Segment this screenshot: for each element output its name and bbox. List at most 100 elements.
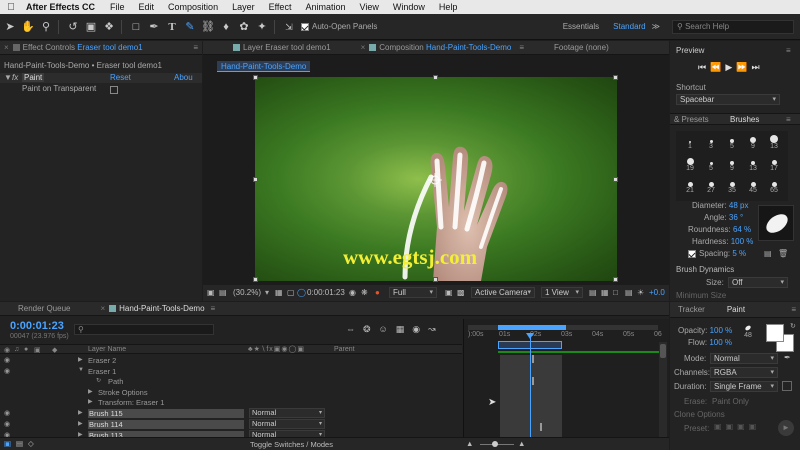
parent-column[interactable]: Parent — [334, 346, 355, 353]
pen-tool-icon[interactable]: ✒ — [146, 19, 162, 35]
views-dropdown[interactable]: 1 View — [541, 287, 583, 298]
visibility-eye-icon[interactable]: ◉ — [4, 356, 10, 364]
fx-icon[interactable]: fx — [12, 73, 18, 82]
toggle-pixel-aspect-icon[interactable]: ▤ — [589, 288, 597, 297]
brush-tip[interactable]: 3 — [701, 135, 721, 155]
layer-name[interactable]: Brush 114 — [88, 419, 244, 429]
snapshot-icon[interactable]: ◉ — [349, 288, 356, 297]
brush-tip[interactable]: 35 — [722, 179, 742, 199]
selection-tool-icon[interactable]: ➤ — [2, 19, 18, 35]
exposure-value[interactable]: +0.0 — [649, 288, 665, 297]
search-help-input[interactable]: ⚲ Search Help — [672, 19, 794, 34]
chevron-down-icon[interactable]: ▾ — [265, 288, 269, 297]
brush-tip[interactable]: 13 — [743, 157, 763, 177]
channels-dropdown[interactable]: RGBA — [710, 367, 778, 378]
transparency-grid-icon[interactable]: ▩ — [457, 288, 465, 297]
tab-effects-presets[interactable]: & Presets — [674, 115, 709, 124]
layer-handle[interactable] — [253, 75, 258, 80]
duration-frames-field[interactable] — [782, 381, 792, 391]
spacing-value[interactable]: 5 % — [732, 249, 746, 258]
clone-preset-2-icon[interactable]: ▣ — [726, 422, 738, 431]
close-icon[interactable]: × — [4, 43, 9, 52]
expand-triangle-icon[interactable]: ▶ — [78, 409, 83, 416]
puppet-tool-icon[interactable]: ✦ — [254, 19, 270, 35]
brush-tip[interactable]: 13 — [764, 135, 784, 155]
draft-3d-icon[interactable]: ❂ — [363, 324, 379, 334]
mask-icon[interactable]: ▤ — [219, 288, 227, 297]
eyedropper-icon[interactable]: ✒ — [784, 353, 791, 362]
menu-edit[interactable]: Edit — [132, 2, 162, 12]
layer-handle[interactable] — [613, 75, 618, 80]
current-time[interactable]: 0:00:01:23 — [307, 288, 345, 297]
toggle-switches-modes[interactable]: Toggle Switches / Modes — [250, 440, 333, 449]
workspace-menu-icon[interactable]: ≫ — [652, 22, 660, 31]
zoom-tool-icon[interactable]: ⚲ — [38, 19, 54, 35]
panel-menu-icon[interactable]: ≡ — [786, 115, 791, 124]
expand-triangle-icon[interactable]: ▼ — [4, 73, 12, 82]
clone-stamp-tool-icon[interactable]: ⛓ — [200, 19, 216, 35]
menu-window[interactable]: Window — [386, 2, 432, 12]
switches-column-icon[interactable]: ♣★∖fx▣◉◯▣ — [248, 345, 305, 353]
stopwatch-icon[interactable]: ↻ — [96, 377, 101, 384]
frame-blending-icon[interactable]: ▦ — [396, 324, 413, 334]
tab-layer[interactable]: Layer Eraser tool demo1 — [243, 43, 331, 52]
rectangle-tool-icon[interactable]: □ — [128, 19, 144, 35]
tab-tracker[interactable]: Tracker — [678, 305, 705, 314]
zoom-slider-thumb[interactable] — [492, 441, 498, 447]
comp-mini-flowchart-icon[interactable]: ⇔ — [346, 324, 363, 334]
playhead-line[interactable] — [530, 335, 531, 437]
clone-preset-1-icon[interactable]: ▣ — [714, 422, 726, 431]
brush-tip[interactable]: 5 — [701, 157, 721, 177]
blend-mode-dropdown[interactable]: Normal — [249, 407, 325, 418]
layer-switches-icon[interactable]: ▣ — [4, 439, 11, 448]
next-frame-icon[interactable]: ⏩ — [736, 62, 751, 72]
prev-frame-icon[interactable]: ⏪ — [710, 62, 725, 72]
tab-footage[interactable]: Footage (none) — [554, 43, 609, 52]
region-icon[interactable]: ▢ — [287, 288, 295, 297]
tab-render-queue[interactable]: Render Queue — [18, 304, 70, 313]
timeline-icon[interactable]: □ — [613, 288, 618, 297]
blend-mode-dropdown[interactable]: Normal — [249, 418, 325, 429]
visibility-eye-icon[interactable]: ◉ — [4, 367, 10, 375]
apple-icon[interactable]:  — [0, 2, 22, 13]
diameter-value[interactable]: 48 px — [729, 201, 749, 210]
spacing-checkbox[interactable] — [688, 249, 696, 258]
paint-on-transparent-checkbox[interactable] — [110, 85, 121, 94]
safe-margins-icon[interactable]: ▦ — [275, 288, 283, 297]
layer-handle[interactable] — [253, 177, 258, 182]
foreground-color-swatch[interactable] — [766, 324, 784, 342]
clone-preset-3-icon[interactable]: ▣ — [737, 422, 749, 431]
brush-tip[interactable]: 9 — [743, 135, 763, 155]
layer-name[interactable]: Brush 115 — [88, 408, 244, 418]
layer-handle[interactable] — [613, 177, 618, 182]
panel-menu-icon[interactable]: ≡ — [786, 46, 791, 55]
camera-dropdown[interactable]: Active Camera — [471, 287, 535, 298]
always-preview-icon[interactable]: ▣ — [207, 288, 215, 297]
last-frame-icon[interactable]: ⏭ — [751, 62, 763, 72]
swap-colors-icon[interactable]: ↻ — [790, 322, 796, 330]
zoom-out-icon[interactable]: ▲ — [466, 439, 473, 448]
brush-tip[interactable]: 19 — [680, 157, 700, 177]
reset-link[interactable]: Reset — [110, 73, 131, 82]
zoom-level[interactable]: (30.2%) — [233, 288, 261, 297]
layer-handle[interactable] — [253, 277, 258, 282]
solo-switch-icon[interactable]: ● — [24, 346, 28, 353]
fast-previews-icon[interactable]: ▦ — [601, 288, 609, 297]
resolution-dropdown[interactable]: Full — [389, 287, 437, 298]
panel-menu-icon[interactable]: ≡ — [211, 304, 216, 313]
property-row[interactable]: ▶ Stroke Options — [0, 387, 462, 398]
navigator-range[interactable] — [498, 325, 566, 330]
property-row[interactable]: ↻ Path — [0, 376, 462, 387]
first-frame-icon[interactable]: ⏮ — [698, 62, 710, 72]
scrollbar-thumb[interactable] — [660, 344, 666, 358]
menu-file[interactable]: File — [103, 2, 132, 12]
exposure-icon[interactable]: ☀ — [637, 288, 644, 297]
auto-open-panels-checkbox[interactable]: Auto-Open Panels — [301, 22, 377, 31]
menu-composition[interactable]: Composition — [161, 2, 225, 12]
delete-brush-icon[interactable]: 🗑 — [778, 249, 788, 258]
menu-layer[interactable]: Layer — [225, 2, 262, 12]
time-graph[interactable]: ):00s 01s 02s 03s 04s 05s 06 ➤ — [463, 319, 669, 437]
workspace-essentials[interactable]: Essentials — [563, 22, 599, 31]
brush-tip[interactable]: 9 — [722, 157, 742, 177]
menu-animation[interactable]: Animation — [298, 2, 352, 12]
